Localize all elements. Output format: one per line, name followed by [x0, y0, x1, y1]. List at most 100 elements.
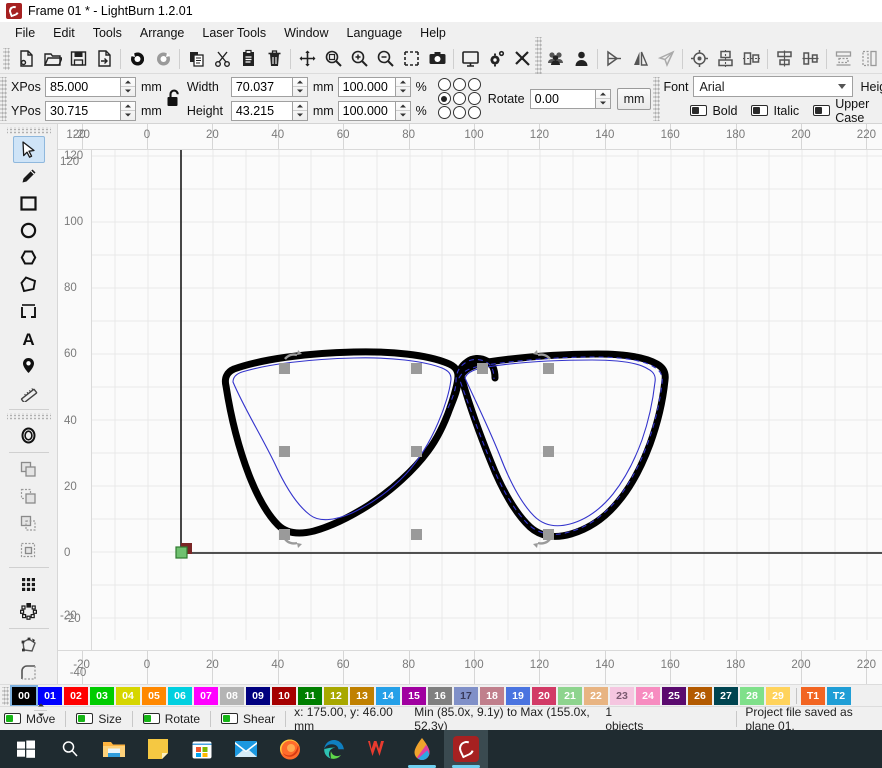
boolean-union-tool[interactable] [13, 456, 45, 483]
palette-swatch-11[interactable]: 11 [298, 686, 322, 705]
paste-button[interactable] [235, 46, 261, 72]
height-scale-stepper[interactable] [395, 100, 411, 121]
anchor-bottom-left[interactable] [437, 106, 451, 119]
vertical-ruler[interactable]: 120100806040200-20-40120-20 [58, 150, 92, 650]
palette-swatch-15[interactable]: 15 [402, 686, 426, 705]
menu-window[interactable]: Window [275, 23, 337, 43]
ypos-input[interactable]: 30.715 [45, 100, 121, 121]
palette-swatch-00[interactable]: 00 [10, 684, 38, 707]
palette-swatch-21[interactable]: 21 [558, 686, 582, 705]
palette-swatch-19[interactable]: 19 [506, 686, 530, 705]
tool-palette-grip[interactable] [6, 413, 51, 420]
distribute-vertical-button[interactable] [856, 46, 882, 72]
horizontal-ruler-top[interactable]: -20 0 20 40 60 80 100 120 140 160 180 200 220 120 [58, 124, 882, 150]
units-button[interactable]: mm [616, 87, 652, 110]
palette-swatch-16[interactable]: 16 [428, 686, 452, 705]
start-button[interactable] [4, 730, 48, 768]
align-vertical-center-button[interactable] [738, 46, 764, 72]
group-button[interactable] [542, 46, 568, 72]
palette-swatch-20[interactable]: 20 [532, 686, 556, 705]
close-path-button[interactable] [653, 46, 679, 72]
move-toggle[interactable]: Move [0, 712, 59, 726]
design-canvas[interactable] [92, 150, 882, 650]
palette-swatch-22[interactable]: 22 [584, 686, 608, 705]
palette-swatch-18[interactable]: 18 [480, 686, 504, 705]
palette-swatch-10[interactable]: 10 [272, 686, 296, 705]
ellipse-tool[interactable] [13, 217, 45, 244]
lightburn[interactable] [444, 730, 488, 768]
sticky-notes[interactable] [136, 730, 180, 768]
export-file-button[interactable] [91, 46, 117, 72]
flip-horizontal-button[interactable] [601, 46, 627, 72]
undo-button[interactable] [124, 46, 150, 72]
shear-toggle[interactable]: Shear [217, 712, 279, 726]
draw-lines-tool[interactable] [13, 163, 45, 190]
menu-help[interactable]: Help [411, 23, 455, 43]
anchor-middle-center[interactable] [452, 92, 466, 105]
anchor-top-center[interactable] [452, 78, 466, 91]
height-input[interactable]: 43.215 [230, 100, 293, 121]
move-view-button[interactable] [294, 46, 320, 72]
anchor-top-left[interactable] [437, 78, 451, 91]
paint-app[interactable] [400, 730, 444, 768]
anchor-bottom-right[interactable] [467, 106, 481, 119]
delete-button[interactable] [261, 46, 287, 72]
flip-vertical-button[interactable] [627, 46, 653, 72]
search-button[interactable] [48, 730, 92, 768]
align-horizontal-center-button[interactable] [712, 46, 738, 72]
radius-stepper[interactable] [33, 700, 49, 720]
rotate-stepper[interactable] [595, 88, 611, 109]
select-tool[interactable] [12, 136, 45, 163]
palette-swatch-24[interactable]: 24 [636, 686, 660, 705]
position-marker-tool[interactable] [13, 352, 45, 379]
frame-camera-button[interactable] [424, 46, 450, 72]
palette-swatch-23[interactable]: 23 [610, 686, 634, 705]
propbar-grip[interactable] [0, 76, 7, 121]
mail[interactable] [224, 730, 268, 768]
size-toggle[interactable]: Size [72, 712, 125, 726]
anchor-bottom-center[interactable] [452, 106, 466, 119]
distribute-horizontal-button[interactable] [830, 46, 856, 72]
tool-layer-T2[interactable]: T2 [827, 686, 851, 705]
file-explorer[interactable] [92, 730, 136, 768]
palette-swatch-03[interactable]: 03 [90, 686, 114, 705]
width-scale-stepper[interactable] [395, 76, 411, 97]
grid-array-tool[interactable] [13, 571, 45, 598]
propbar-grip[interactable] [653, 76, 661, 121]
ungroup-button[interactable] [568, 46, 594, 72]
palette-swatch-06[interactable]: 06 [168, 686, 192, 705]
palette-swatch-27[interactable]: 27 [714, 686, 738, 705]
cut-button[interactable] [209, 46, 235, 72]
zoom-selection-button[interactable] [398, 46, 424, 72]
palette-grip[interactable] [2, 686, 9, 705]
palette-swatch-17[interactable]: 17 [454, 686, 478, 705]
width-stepper[interactable] [292, 76, 308, 97]
wps-office[interactable] [356, 730, 400, 768]
palette-swatch-02[interactable]: 02 [64, 686, 88, 705]
palette-swatch-25[interactable]: 25 [662, 686, 686, 705]
microsoft-edge[interactable] [312, 730, 356, 768]
save-file-button[interactable] [65, 46, 91, 72]
closed-shape-tool[interactable] [13, 271, 45, 298]
polygon-tool[interactable] [13, 244, 45, 271]
ypos-stepper[interactable] [121, 100, 136, 121]
palette-swatch-08[interactable]: 08 [220, 686, 244, 705]
measure-tool[interactable] [13, 379, 45, 406]
palette-swatch-05[interactable]: 05 [142, 686, 166, 705]
palette-swatch-14[interactable]: 14 [376, 686, 400, 705]
anchor-middle-right[interactable] [467, 92, 481, 105]
align-center-button[interactable] [686, 46, 712, 72]
firefox[interactable] [268, 730, 312, 768]
xpos-stepper[interactable] [121, 76, 136, 97]
rectangle-tool[interactable] [13, 190, 45, 217]
text-tool[interactable]: A [13, 325, 45, 352]
font-select[interactable]: Arial [693, 76, 854, 97]
height-scale-input[interactable]: 100.000 [337, 100, 396, 121]
rotate-input[interactable]: 0.00 [529, 88, 596, 109]
palette-swatch-13[interactable]: 13 [350, 686, 374, 705]
height-stepper[interactable] [292, 100, 308, 121]
palette-swatch-04[interactable]: 04 [116, 686, 140, 705]
width-scale-input[interactable]: 100.000 [337, 76, 396, 97]
menu-file[interactable]: File [6, 23, 44, 43]
menu-edit[interactable]: Edit [44, 23, 84, 43]
